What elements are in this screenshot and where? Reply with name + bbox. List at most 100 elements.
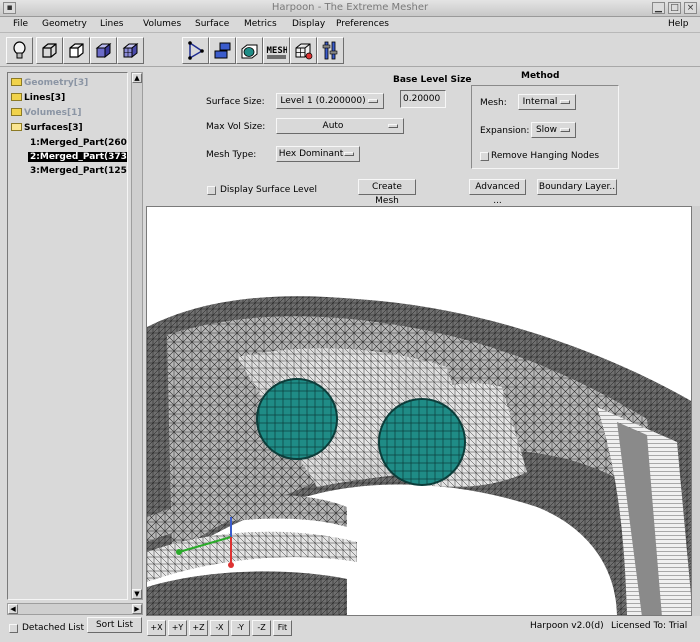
volume-mesh-icon xyxy=(295,43,313,60)
remove-hanging-nodes-label: Remove Hanging Nodes xyxy=(491,151,600,161)
surface-size-value: Level 1 (0.200000) xyxy=(280,96,366,106)
view-minus-z-button[interactable]: -Z xyxy=(252,620,271,636)
scroll-down-icon[interactable]: ▼ xyxy=(132,589,142,599)
lightbulb-icon xyxy=(13,41,26,59)
tree-part-2[interactable]: 2:Merged_Part(373,34 xyxy=(28,152,127,162)
folder-icon xyxy=(11,78,22,86)
toolbar: MESH xyxy=(0,34,700,67)
teal-cap-right xyxy=(378,398,466,486)
viewport-scrollbar[interactable] xyxy=(692,206,700,616)
view-minus-y-button[interactable]: -Y xyxy=(231,620,250,636)
view-plus-z-button[interactable]: +Z xyxy=(189,620,208,636)
move-part-icon xyxy=(214,42,231,59)
advanced-button[interactable]: Advanced ... xyxy=(469,179,526,206)
minimize-icon[interactable]: ▁ xyxy=(652,2,665,14)
display-surface-level-checkbox[interactable] xyxy=(207,186,216,195)
tools-button[interactable] xyxy=(317,37,344,64)
mesh-button[interactable]: MESH xyxy=(263,37,290,64)
tree-geometry-label: Geometry[3] xyxy=(24,78,89,88)
expansion-label: Expansion: xyxy=(480,126,530,136)
expansion-select[interactable]: Slow xyxy=(531,122,576,138)
version-text: Harpoon v2.0(d) xyxy=(530,621,604,631)
folder-icon xyxy=(11,93,22,101)
tree-volumes-label: Volumes[1] xyxy=(24,108,82,118)
option-menu-icon xyxy=(560,100,570,104)
tree-part-3[interactable]: 3:Merged_Part(1256,1! xyxy=(28,166,127,176)
mesh-type-select[interactable]: Hex Dominant xyxy=(276,146,360,162)
maximize-icon[interactable]: □ xyxy=(668,2,681,14)
max-vol-size-label: Max Vol Size: xyxy=(206,122,266,132)
select-vertex-button[interactable] xyxy=(182,37,209,64)
sort-list-button[interactable]: Sort List xyxy=(87,617,142,633)
detached-list-checkbox[interactable] xyxy=(9,624,18,633)
tree-volumes[interactable]: Volumes[1] xyxy=(11,108,81,118)
menu-display[interactable]: Display xyxy=(292,19,325,29)
option-menu-icon xyxy=(344,152,354,156)
triangle-select-icon xyxy=(188,41,204,60)
surface-mesh-button[interactable] xyxy=(236,37,263,64)
display-surface-level-label: Display Surface Level xyxy=(220,185,317,195)
option-menu-icon xyxy=(368,99,378,103)
tree-part-1[interactable]: 1:Merged_Part(26045,1 xyxy=(28,138,127,148)
lightbulb-button[interactable] xyxy=(6,37,33,64)
volume-mesh-button[interactable] xyxy=(290,37,317,64)
remove-hanging-nodes-checkbox[interactable] xyxy=(480,152,489,161)
folder-icon xyxy=(11,108,22,116)
method-mesh-value: Internal xyxy=(522,97,558,107)
view-plus-y-button[interactable]: +Y xyxy=(168,620,187,636)
surface-mesh-icon xyxy=(241,44,258,59)
tree-vertical-scrollbar[interactable]: ▲ ▼ xyxy=(131,72,143,600)
mesh-text-icon: MESH xyxy=(267,46,288,59)
view-fit-button[interactable]: Fit xyxy=(273,620,292,636)
tools-icon xyxy=(322,41,338,60)
menu-surface[interactable]: Surface xyxy=(195,19,229,29)
create-mesh-button[interactable]: Create Mesh xyxy=(358,179,416,206)
view-minus-x-button[interactable]: -X xyxy=(210,620,229,636)
cube-shaded-icon xyxy=(95,42,112,59)
method-mesh-select[interactable]: Internal xyxy=(518,94,576,110)
menu-help[interactable]: Help xyxy=(668,19,689,29)
scroll-up-icon[interactable]: ▲ xyxy=(132,73,142,83)
menu-bar: File Geometry Lines Volumes Surface Metr… xyxy=(0,17,700,33)
menu-preferences[interactable]: Preferences xyxy=(336,19,389,29)
tree-surfaces-label: Surfaces[3] xyxy=(24,123,83,133)
move-part-button[interactable] xyxy=(209,37,236,64)
cube-outline-icon xyxy=(69,43,84,58)
tree-lines[interactable]: Lines[3] xyxy=(11,93,65,103)
mesh-type-label: Mesh Type: xyxy=(206,150,257,160)
option-menu-icon xyxy=(388,124,398,128)
teal-cap-left xyxy=(256,378,338,460)
base-level-input[interactable]: 0.20000 xyxy=(400,90,446,108)
tree-lines-label: Lines[3] xyxy=(24,93,66,103)
folder-open-icon xyxy=(11,123,22,131)
cube-wire-icon xyxy=(42,43,57,58)
model-tree[interactable]: Geometry[3] Lines[3] Volumes[1] Surfaces… xyxy=(7,72,128,600)
mesh-type-value: Hex Dominant xyxy=(278,149,344,159)
close-icon[interactable]: × xyxy=(684,2,697,14)
license-text: Licensed To: Trial xyxy=(611,621,688,631)
tree-horizontal-scrollbar[interactable]: ◀ ▶ xyxy=(7,603,143,615)
view-plus-x-button[interactable]: +X xyxy=(147,620,166,636)
scroll-right-icon[interactable]: ▶ xyxy=(132,604,142,614)
view-hidden-line-button[interactable] xyxy=(63,37,90,64)
menu-geometry[interactable]: Geometry xyxy=(42,19,87,29)
menu-file[interactable]: File xyxy=(13,19,28,29)
tree-geometry[interactable]: Geometry[3] xyxy=(11,78,88,88)
mesh-viewport[interactable] xyxy=(146,206,692,616)
menu-volumes[interactable]: Volumes xyxy=(143,19,181,29)
cube-mesh-icon xyxy=(122,42,139,59)
view-shaded-mesh-button[interactable] xyxy=(117,37,144,64)
view-shaded-button[interactable] xyxy=(90,37,117,64)
boundary-layer-button[interactable]: Boundary Layer.. xyxy=(537,179,617,195)
surface-size-select[interactable]: Level 1 (0.200000) xyxy=(276,93,384,109)
svg-text:MESH: MESH xyxy=(267,46,288,56)
menu-metrics[interactable]: Metrics xyxy=(244,19,277,29)
tree-surfaces[interactable]: Surfaces[3] xyxy=(11,123,83,133)
scroll-left-icon[interactable]: ◀ xyxy=(8,604,18,614)
max-vol-size-select[interactable]: Auto xyxy=(276,118,404,134)
view-wireframe-button[interactable] xyxy=(36,37,63,64)
menu-lines[interactable]: Lines xyxy=(100,19,123,29)
title-bar: ▪ Harpoon - The Extreme Mesher ▁ □ × xyxy=(0,0,700,17)
method-mesh-label: Mesh: xyxy=(480,98,507,108)
surface-size-label: Surface Size: xyxy=(206,97,265,107)
